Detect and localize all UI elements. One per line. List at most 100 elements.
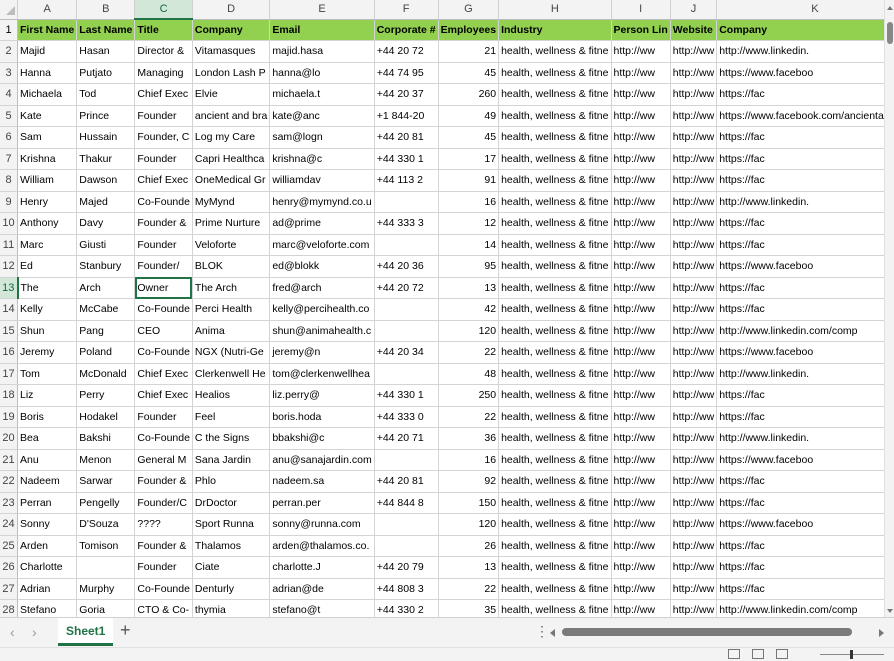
cell-c24[interactable]: ???? [134, 513, 193, 536]
cell-h4[interactable]: health, wellness & fitne [498, 83, 612, 106]
cell-a11[interactable]: Marc [17, 234, 78, 256]
cell-d22[interactable]: Phlo [192, 470, 271, 493]
cell-b16[interactable]: Poland [76, 341, 136, 364]
cell-d18[interactable]: Healios [192, 384, 271, 407]
cell-e15[interactable]: shun@animahealth.c [269, 320, 375, 342]
cell-a15[interactable]: Shun [17, 320, 78, 342]
cell-g7[interactable]: 17 [438, 148, 500, 170]
cell-b2[interactable]: Hasan [76, 40, 136, 63]
cell-c27[interactable]: Co-Founde [134, 578, 193, 600]
cell-f14[interactable] [374, 298, 439, 321]
cell-c12[interactable]: Founder/ [134, 255, 193, 278]
cell-j20[interactable]: http://ww [670, 427, 718, 450]
cell-c5[interactable]: Founder [134, 105, 193, 127]
cell-g15[interactable]: 120 [438, 320, 500, 342]
cell-f18[interactable]: +44 330 1 [374, 384, 439, 407]
cell-h10[interactable]: health, wellness & fitne [498, 212, 612, 235]
cell-i4[interactable]: http://ww [611, 83, 671, 106]
cell-d2[interactable]: Vitamasques [192, 40, 271, 63]
cell-k13[interactable]: https://fac [716, 277, 884, 299]
cell-i5[interactable]: http://ww [611, 105, 671, 127]
cell-j10[interactable]: http://ww [670, 212, 718, 235]
cell-f15[interactable] [374, 320, 439, 342]
cell-h6[interactable]: health, wellness & fitne [498, 126, 612, 149]
cell-a4[interactable]: Michaela [17, 83, 78, 106]
horizontal-scrollbar[interactable] [550, 627, 884, 639]
cell-a22[interactable]: Nadeem [17, 470, 78, 493]
cell-i13[interactable]: http://ww [611, 277, 671, 299]
cell-j8[interactable]: http://ww [670, 169, 718, 192]
cell-h26[interactable]: health, wellness & fitne [498, 556, 612, 579]
cell-a18[interactable]: Liz [17, 384, 78, 407]
cell-a14[interactable]: Kelly [17, 298, 78, 321]
cell-c2[interactable]: Director & [134, 40, 193, 63]
cell-j21[interactable]: http://ww [670, 449, 718, 471]
cell-k3[interactable]: https://www.faceboo [716, 62, 884, 84]
cell-c28[interactable]: CTO & Co- [134, 599, 193, 617]
cell-e8[interactable]: williamdav [269, 169, 375, 192]
cell-k17[interactable]: http://www.linkedin. [716, 363, 884, 385]
scroll-down-icon[interactable] [887, 609, 893, 613]
row-header[interactable]: 11 [0, 234, 18, 256]
cell-g4[interactable]: 260 [438, 83, 500, 106]
row-header[interactable]: 16 [0, 341, 18, 364]
cell-table[interactable]: ABCDEFGHIJKLMNOPQRSTUV 1First NameLast N… [0, 0, 884, 617]
cell-g19[interactable]: 22 [438, 406, 500, 428]
cell-h19[interactable]: health, wellness & fitne [498, 406, 612, 428]
cell-i22[interactable]: http://ww [611, 470, 671, 493]
cell-h27[interactable]: health, wellness & fitne [498, 578, 612, 600]
row-header[interactable]: 15 [0, 320, 18, 342]
cell-j6[interactable]: http://ww [670, 126, 718, 149]
cell-g16[interactable]: 22 [438, 341, 500, 364]
cell-d15[interactable]: Anima [192, 320, 271, 342]
cell-e1[interactable]: Email [269, 19, 375, 41]
cell-g12[interactable]: 95 [438, 255, 500, 278]
cell-g1[interactable]: Employees [438, 19, 500, 41]
cell-j18[interactable]: http://ww [670, 384, 718, 407]
cell-k20[interactable]: http://www.linkedin. [716, 427, 884, 450]
cell-f7[interactable]: +44 330 1 [374, 148, 439, 170]
cell-j12[interactable]: http://ww [670, 255, 718, 278]
row-header[interactable]: 22 [0, 470, 18, 493]
cell-g20[interactable]: 36 [438, 427, 500, 450]
cell-i19[interactable]: http://ww [611, 406, 671, 428]
cell-g17[interactable]: 48 [438, 363, 500, 385]
row-header[interactable]: 4 [0, 83, 18, 106]
cell-g23[interactable]: 150 [438, 492, 500, 514]
column-header-e[interactable]: E [269, 0, 375, 20]
cell-h7[interactable]: health, wellness & fitne [498, 148, 612, 170]
cell-b18[interactable]: Perry [76, 384, 136, 407]
cell-j24[interactable]: http://ww [670, 513, 718, 536]
cell-j27[interactable]: http://ww [670, 578, 718, 600]
cell-k5[interactable]: https://www.facebook.com/ancientandbra [716, 105, 884, 127]
cell-e22[interactable]: nadeem.sa [269, 470, 375, 493]
cell-i24[interactable]: http://ww [611, 513, 671, 536]
cell-g27[interactable]: 22 [438, 578, 500, 600]
cell-k25[interactable]: https://fac [716, 535, 884, 557]
cell-a1[interactable]: First Name [17, 19, 78, 41]
spreadsheet-grid[interactable]: ABCDEFGHIJKLMNOPQRSTUV 1First NameLast N… [0, 0, 884, 617]
cell-a8[interactable]: William [17, 169, 78, 192]
cell-c26[interactable]: Founder [134, 556, 193, 579]
cell-g21[interactable]: 16 [438, 449, 500, 471]
cell-a27[interactable]: Adrian [17, 578, 78, 600]
cell-b9[interactable]: Majed [76, 191, 136, 213]
cell-c9[interactable]: Co-Founde [134, 191, 193, 213]
row-header[interactable]: 3 [0, 62, 18, 84]
cell-b20[interactable]: Bakshi [76, 427, 136, 450]
cell-c25[interactable]: Founder & [134, 535, 193, 557]
cell-f11[interactable] [374, 234, 439, 256]
cell-c19[interactable]: Founder [134, 406, 193, 428]
cell-e6[interactable]: sam@logn [269, 126, 375, 149]
cell-d21[interactable]: Sana Jardin [192, 449, 271, 471]
cell-b15[interactable]: Pang [76, 320, 136, 342]
row-header[interactable]: 13 [0, 277, 19, 299]
cell-h24[interactable]: health, wellness & fitne [498, 513, 612, 536]
cell-i18[interactable]: http://ww [611, 384, 671, 407]
cell-a16[interactable]: Jeremy [17, 341, 78, 364]
cell-a28[interactable]: Stefano [17, 599, 78, 617]
cell-i26[interactable]: http://ww [611, 556, 671, 579]
cell-f21[interactable] [374, 449, 439, 471]
page-layout-view-icon[interactable] [752, 649, 764, 659]
cell-e25[interactable]: arden@thalamos.co. [269, 535, 375, 557]
